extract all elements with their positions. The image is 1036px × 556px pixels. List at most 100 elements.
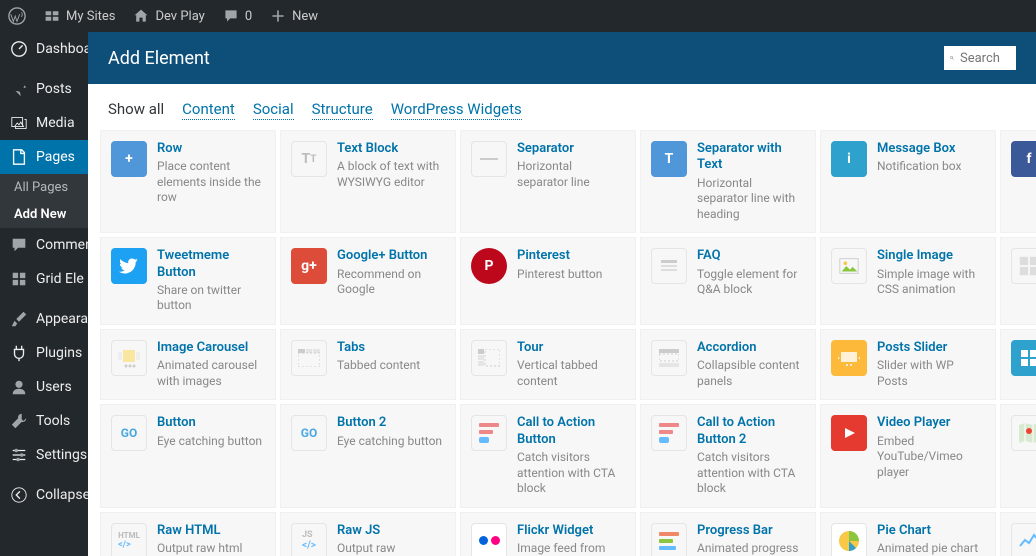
el-desc: Animated pie chart	[877, 541, 978, 556]
element-button[interactable]: GOButtonEye catching button	[100, 404, 276, 507]
menu-users[interactable]: Users	[0, 370, 88, 404]
el-title: Call to Action Button 2	[697, 415, 805, 448]
el-desc: Embed YouTube/Vimeo player	[877, 434, 985, 481]
comment-icon	[10, 236, 28, 254]
el-desc: Pinterest button	[517, 267, 602, 283]
el-desc: Output raw html code on your page	[157, 541, 265, 556]
menu-label: Users	[36, 379, 72, 395]
element-line-chart[interactable]	[1000, 512, 1036, 556]
menu-dashboard[interactable]: Dashboa	[0, 32, 88, 66]
element-googleplus[interactable]: g+Google+ ButtonRecommend on Google	[280, 237, 456, 325]
element-tabs[interactable]: TabsTabbed content	[280, 329, 456, 400]
el-desc: Recommend on Google	[337, 267, 445, 298]
menu-grid[interactable]: Grid Ele	[0, 262, 88, 296]
site-name[interactable]: Dev Play	[133, 8, 204, 24]
el-desc: Horizontal separator line with heading	[697, 176, 805, 223]
menu-appearance[interactable]: Appeara	[0, 302, 88, 336]
search-input[interactable]	[960, 51, 1010, 66]
element-pie-chart[interactable]: Pie ChartAnimated pie chart	[820, 512, 996, 556]
element-posts-grid[interactable]	[1000, 329, 1036, 400]
el-desc: Catch visitors attention with CTA block	[517, 450, 625, 497]
menu-pages[interactable]: Pages	[0, 140, 88, 174]
el-title: Raw JS	[337, 523, 445, 539]
element-cta[interactable]: Call to Action ButtonCatch visitors atte…	[460, 404, 636, 507]
element-text-block[interactable]: TTText BlockA block of text with WYSIWYG…	[280, 130, 456, 233]
el-desc: Place content elements inside the row	[157, 159, 265, 206]
sites-icon	[44, 8, 60, 24]
element-tour[interactable]: TourVertical tabbed content	[460, 329, 636, 400]
sliders-icon	[10, 446, 28, 464]
element-separator-text[interactable]: TSeparator with TextHorizontal separator…	[640, 130, 816, 233]
element-progress[interactable]: Progress BarAnimated progress bar	[640, 512, 816, 556]
media-icon	[10, 114, 28, 132]
elements-scroll: +RowPlace content elements inside the ro…	[88, 130, 1036, 556]
element-gallery[interactable]	[1000, 237, 1036, 325]
menu-label: Dashboa	[36, 41, 88, 57]
image-icon	[831, 248, 867, 284]
el-title: Separator	[517, 141, 625, 157]
el-title: Video Player	[877, 415, 985, 431]
element-raw-js[interactable]: JS</>Raw JSOutput raw javascript code on…	[280, 512, 456, 556]
pin-icon	[10, 80, 28, 98]
my-sites-label: My Sites	[66, 9, 115, 24]
submenu-all-pages[interactable]: All Pages	[0, 174, 88, 201]
menu-plugins[interactable]: Plugins	[0, 336, 88, 370]
pages-submenu: All Pages Add New	[0, 174, 88, 228]
menu-settings[interactable]: Settings	[0, 438, 88, 472]
my-sites[interactable]: My Sites	[44, 8, 115, 24]
menu-label: Plugins	[36, 345, 82, 361]
element-single-image[interactable]: Single ImageSimple image with CSS animat…	[820, 237, 996, 325]
tab-social[interactable]: Social	[253, 100, 294, 120]
video-icon	[831, 415, 867, 451]
button-icon: GO	[291, 415, 327, 451]
menu-media[interactable]: Media	[0, 106, 88, 140]
element-raw-html[interactable]: HTML</>Raw HTMLOutput raw html code on y…	[100, 512, 276, 556]
element-pinterest[interactable]: PPinterestPinterest button	[460, 237, 636, 325]
add-element-modal: Add Element Show all Content Social Stru…	[88, 32, 1036, 556]
search-wrap[interactable]	[944, 46, 1016, 70]
menu-tools[interactable]: Tools	[0, 404, 88, 438]
el-desc: Eye catching button	[157, 434, 262, 450]
el-desc: Simple image with CSS animation	[877, 267, 985, 298]
element-carousel[interactable]: Image CarouselAnimated carousel with ima…	[100, 329, 276, 400]
element-tweetmeme[interactable]: Tweetmeme ButtonShare on twitter button	[100, 237, 276, 325]
el-title: Tour	[517, 340, 625, 356]
element-separator[interactable]: Separator Horizontal separator line	[460, 130, 636, 233]
element-accordion[interactable]: AccordionCollapsible content panels	[640, 329, 816, 400]
menu-collapse[interactable]: Collapse	[0, 478, 88, 512]
el-desc: Catch visitors attention with CTA block	[697, 450, 805, 497]
site-label: Dev Play	[155, 9, 204, 24]
comments[interactable]: 0	[223, 8, 252, 24]
wp-logo[interactable]	[8, 7, 26, 25]
element-row[interactable]: +RowPlace content elements inside the ro…	[100, 130, 276, 233]
plus-icon: +	[111, 141, 147, 177]
element-button-2[interactable]: GOButton 2Eye catching button	[280, 404, 456, 507]
element-message-box[interactable]: iMessage BoxNotification box	[820, 130, 996, 233]
new-content[interactable]: New	[270, 8, 318, 24]
element-flickr[interactable]: Flickr WidgetImage feed from your flickr…	[460, 512, 636, 556]
el-title: Flickr Widget	[517, 523, 625, 539]
tour-icon	[471, 340, 507, 376]
facebook-icon: f	[1011, 141, 1036, 177]
tab-structure[interactable]: Structure	[312, 100, 373, 120]
map-icon	[1011, 415, 1036, 451]
menu-label: Collapse	[36, 487, 88, 503]
element-video[interactable]: Video Player Embed YouTube/Vimeo player	[820, 404, 996, 507]
tab-content[interactable]: Content	[182, 100, 235, 120]
element-faq[interactable]: FAQToggle element for Q&A block	[640, 237, 816, 325]
tab-wp-widgets[interactable]: WordPress Widgets	[391, 100, 522, 120]
element-facebook[interactable]: f	[1000, 130, 1036, 233]
comment-icon	[223, 8, 239, 24]
el-title: Separator with Text	[697, 141, 805, 174]
element-posts-slider[interactable]: Posts SliderSlider with WP Posts	[820, 329, 996, 400]
el-desc: Animated carousel with images	[157, 358, 265, 389]
tab-showall[interactable]: Show all	[108, 100, 164, 120]
menu-posts[interactable]: Posts	[0, 72, 88, 106]
menu-comments[interactable]: Commen	[0, 228, 88, 262]
el-desc: Horizontal separator line	[517, 159, 625, 190]
submenu-add-new[interactable]: Add New	[0, 201, 88, 228]
accordion-icon	[651, 340, 687, 376]
el-desc: Share on twitter button	[157, 283, 265, 314]
element-map[interactable]	[1000, 404, 1036, 507]
element-cta-2[interactable]: Call to Action Button 2Catch visitors at…	[640, 404, 816, 507]
